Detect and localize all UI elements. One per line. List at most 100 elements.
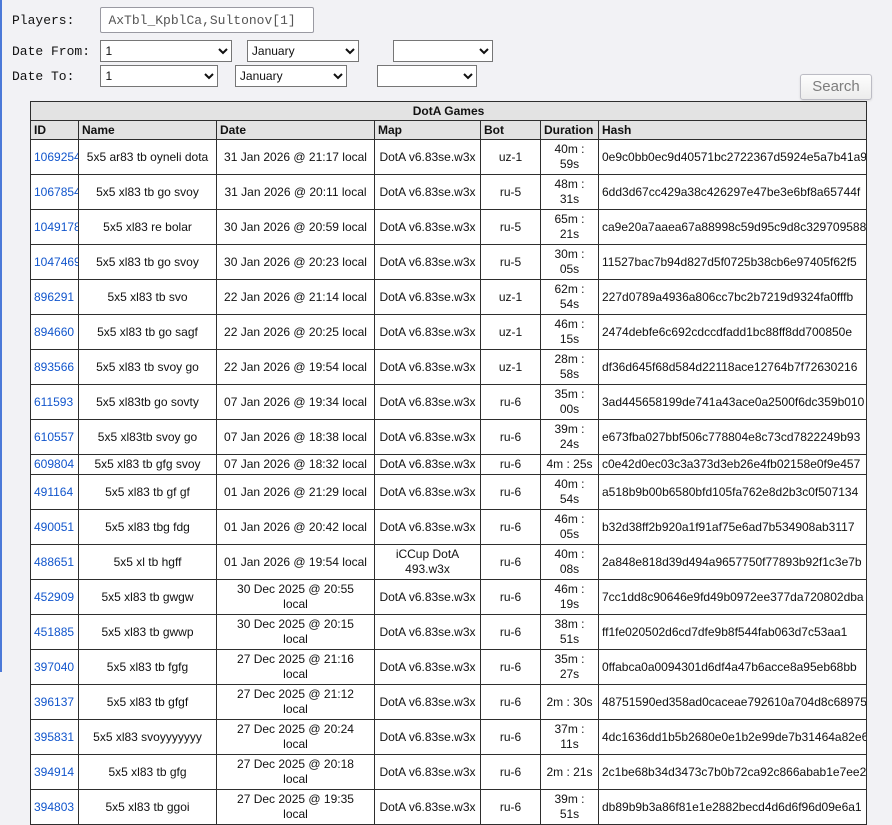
table-row: 1047469 5x5 xl83 tb go svoy 30 Jan 2026 @ … (30, 244, 868, 280)
cell-bot: ru-6 (480, 614, 541, 650)
date-to-month-select[interactable]: January (234, 65, 347, 87)
cell-name: 5x5 xl83 tbg fdg (78, 509, 217, 545)
cell-hash: 2c1be68b34d3473c7b0b72ca92c866abab1e7ee2 (597, 754, 868, 790)
game-id-link[interactable]: 1047469 (34, 255, 78, 269)
game-id-link[interactable]: 611593 (34, 395, 73, 409)
game-id-link[interactable]: 394914 (34, 765, 74, 779)
cell-duration: 28m : 58s (540, 349, 599, 385)
cell-hash: b32d38ff2b920a1f91af75e6ad7b534908ab3117 (597, 509, 868, 545)
cell-date: 01 Jan 2026 @ 19:54 local (216, 544, 375, 580)
cell-map: DotA v6.83se.w3x (374, 719, 481, 755)
table-row: 610557 5x5 xl83tb svoy go 07 Jan 2026 @ 18… (30, 419, 868, 455)
game-id-link[interactable]: 488651 (34, 555, 74, 569)
cell-date: 27 Dec 2025 @ 19:35 local (216, 789, 375, 825)
date-from-month-select[interactable]: January (246, 40, 359, 62)
cell-duration: 35m : 00s (540, 384, 599, 420)
cell-name: 5x5 xl83 tb gfg svoy (78, 454, 217, 475)
cell-map: DotA v6.83se.w3x (374, 244, 481, 280)
game-id-link[interactable]: 893566 (34, 360, 74, 374)
game-id-link[interactable]: 1069254 (34, 150, 78, 164)
cell-name: 5x5 xl83 tb gfgf (78, 684, 217, 720)
col-header-date: Date (216, 120, 375, 140)
date-from-day-select[interactable]: 1 (100, 40, 233, 62)
cell-hash: df36d645f68d584d22118ace12764b7f72630216 (597, 349, 868, 385)
cell-duration: 30m : 05s (540, 244, 599, 280)
game-id-link[interactable]: 894660 (34, 325, 74, 339)
players-input[interactable] (100, 7, 315, 33)
cell-id: 396137 (30, 684, 79, 720)
table-row: 451885 5x5 xl83 tb gwwp 30 Dec 2025 @ 20:1… (30, 614, 868, 650)
cell-bot: uz-1 (480, 349, 541, 385)
table-row: 396137 5x5 xl83 tb gfgf 27 Dec 2025 @ 21:1… (30, 684, 868, 720)
date-to-year-select[interactable] (377, 65, 478, 87)
cell-map: DotA v6.83se.w3x (374, 419, 481, 455)
table-row: 395831 5x5 xl83 svoyyyyyyy 27 Dec 2025 @ 2… (30, 719, 868, 755)
cell-name: 5x5 xl83 tb go svoy (78, 174, 217, 210)
game-id-link[interactable]: 451885 (34, 625, 74, 639)
cell-name: 5x5 xl83 tb ggoi (78, 789, 217, 825)
cell-id: 490051 (30, 509, 79, 545)
cell-id: 491164 (30, 474, 79, 510)
date-from-year-select[interactable] (393, 40, 494, 62)
cell-id: 395831 (30, 719, 79, 755)
cell-date: 27 Dec 2025 @ 20:24 local (216, 719, 375, 755)
game-id-link[interactable]: 491164 (34, 485, 73, 499)
col-header-map: Map (374, 120, 481, 140)
game-id-link[interactable]: 1067854 (34, 185, 78, 199)
cell-id: 609804 (30, 454, 79, 475)
game-id-link[interactable]: 397040 (34, 660, 74, 674)
cell-bot: ru-6 (480, 579, 541, 615)
cell-date: 22 Jan 2026 @ 19:54 local (216, 349, 375, 385)
cell-hash: ff1fe020502d6cd7dfe9b8f544fab063d7c53aa1 (597, 614, 868, 650)
game-id-link[interactable]: 395831 (34, 730, 74, 744)
game-id-link[interactable]: 452909 (34, 590, 74, 604)
cell-hash: 11527bac7b94d827d5f0725b38cb6e97405f62f5 (597, 244, 868, 280)
table-row: 490051 5x5 xl83 tbg fdg 01 Jan 2026 @ 20:4… (30, 509, 868, 545)
game-id-link[interactable]: 490051 (34, 520, 74, 534)
cell-name: 5x5 xl83tb svoy go (78, 419, 217, 455)
date-to-row: Date To: 1 January (12, 65, 892, 87)
cell-id: 451885 (30, 614, 79, 650)
cell-bot: ru-6 (480, 684, 541, 720)
cell-date: 22 Jan 2026 @ 21:14 local (216, 279, 375, 315)
date-to-day-select[interactable]: 1 (100, 65, 219, 87)
cell-hash: e673fba027bbf506c778804e8c73cd7822249b93 (597, 419, 868, 455)
cell-name: 5x5 xl83 tb gfg (78, 754, 217, 790)
cell-date: 31 Jan 2026 @ 20:11 local (216, 174, 375, 210)
game-id-link[interactable]: 896291 (34, 290, 74, 304)
cell-bot: ru-6 (480, 754, 541, 790)
col-header-name: Name (78, 120, 217, 140)
cell-bot: ru-6 (480, 649, 541, 685)
cell-duration: 39m : 24s (540, 419, 599, 455)
game-id-link[interactable]: 1049178 (34, 220, 78, 234)
game-id-link[interactable]: 396137 (34, 695, 74, 709)
cell-hash: 0e9c0bb0ec9d40571bc2722367d5924e5a7b41a9 (597, 139, 868, 175)
table-row: 1049178 5x5 xl83 re bolar 30 Jan 2026 @ 20… (30, 209, 868, 245)
cell-hash: 227d0789a4936a806cc7bc2b7219d9324fa0fffb (597, 279, 868, 315)
cell-map: DotA v6.83se.w3x (374, 614, 481, 650)
game-id-link[interactable]: 610557 (34, 430, 74, 444)
cell-date: 07 Jan 2026 @ 18:32 local (216, 454, 375, 475)
cell-id: 1049178 (30, 209, 79, 245)
cell-duration: 48m : 31s (540, 174, 599, 210)
table-row: 1069254 5x5 ar83 tb oyneli dota 31 Jan 202… (30, 139, 868, 175)
search-button[interactable]: Search (800, 74, 872, 100)
cell-id: 896291 (30, 279, 79, 315)
cell-name: 5x5 xl83 tb svo (78, 279, 217, 315)
cell-id: 893566 (30, 349, 79, 385)
game-id-link[interactable]: 609804 (34, 457, 74, 471)
cell-name: 5x5 xl83 tb gwgw (78, 579, 217, 615)
cell-name: 5x5 xl83 tb svoy go (78, 349, 217, 385)
cell-date: 27 Dec 2025 @ 21:12 local (216, 684, 375, 720)
cell-name: 5x5 xl83 tb gf gf (78, 474, 217, 510)
cell-bot: ru-6 (480, 419, 541, 455)
cell-bot: ru-5 (480, 244, 541, 280)
cell-name: 5x5 xl83 tb go svoy (78, 244, 217, 280)
cell-id: 394803 (30, 789, 79, 825)
cell-map: DotA v6.83se.w3x (374, 384, 481, 420)
cell-duration: 46m : 05s (540, 509, 599, 545)
cell-map: DotA v6.83se.w3x (374, 279, 481, 315)
game-id-link[interactable]: 394803 (34, 800, 74, 814)
cell-map: iCCup DotA 493.w3x (374, 544, 481, 580)
cell-duration: 46m : 19s (540, 579, 599, 615)
